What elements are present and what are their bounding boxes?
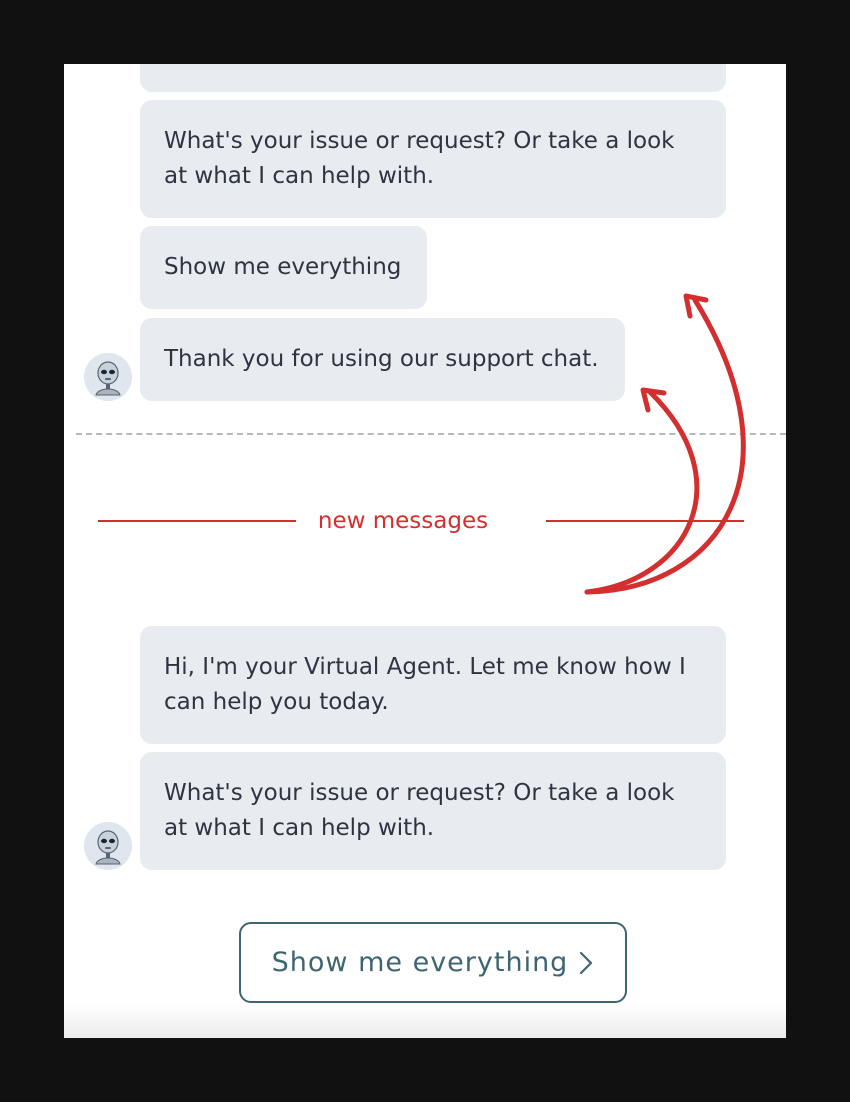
message-text: What's your issue or request? Or take a … xyxy=(164,128,675,189)
history-divider xyxy=(76,433,786,435)
message-bubble-truncated xyxy=(140,64,726,92)
robot-avatar-icon xyxy=(84,822,132,870)
panel-bottom-shadow xyxy=(64,1004,786,1038)
new-messages-line-right xyxy=(546,520,744,522)
message-text: Hi, I'm your Virtual Agent. Let me know … xyxy=(164,654,686,715)
message-bubble: What's your issue or request? Or take a … xyxy=(140,100,726,218)
message-bubble: Thank you for using our support chat. xyxy=(140,318,625,401)
robot-avatar-icon xyxy=(84,353,132,401)
message-bubble: Show me everything xyxy=(140,226,427,309)
new-messages-label: new messages xyxy=(317,508,489,534)
agent-avatar xyxy=(84,353,132,401)
agent-avatar xyxy=(84,822,132,870)
message-bubble: What's your issue or request? Or take a … xyxy=(140,752,726,870)
quick-reply-label: Show me everything xyxy=(271,947,569,978)
quick-reply-button[interactable]: Show me everything xyxy=(239,922,627,1003)
message-text: Show me everything xyxy=(164,254,402,280)
chat-panel: What's your issue or request? Or take a … xyxy=(64,64,786,1038)
message-text: Thank you for using our support chat. xyxy=(164,346,599,372)
message-bubble: Hi, I'm your Virtual Agent. Let me know … xyxy=(140,626,726,744)
chevron-right-icon xyxy=(580,951,593,974)
message-text: What's your issue or request? Or take a … xyxy=(164,780,675,841)
new-messages-line-left xyxy=(98,520,296,522)
